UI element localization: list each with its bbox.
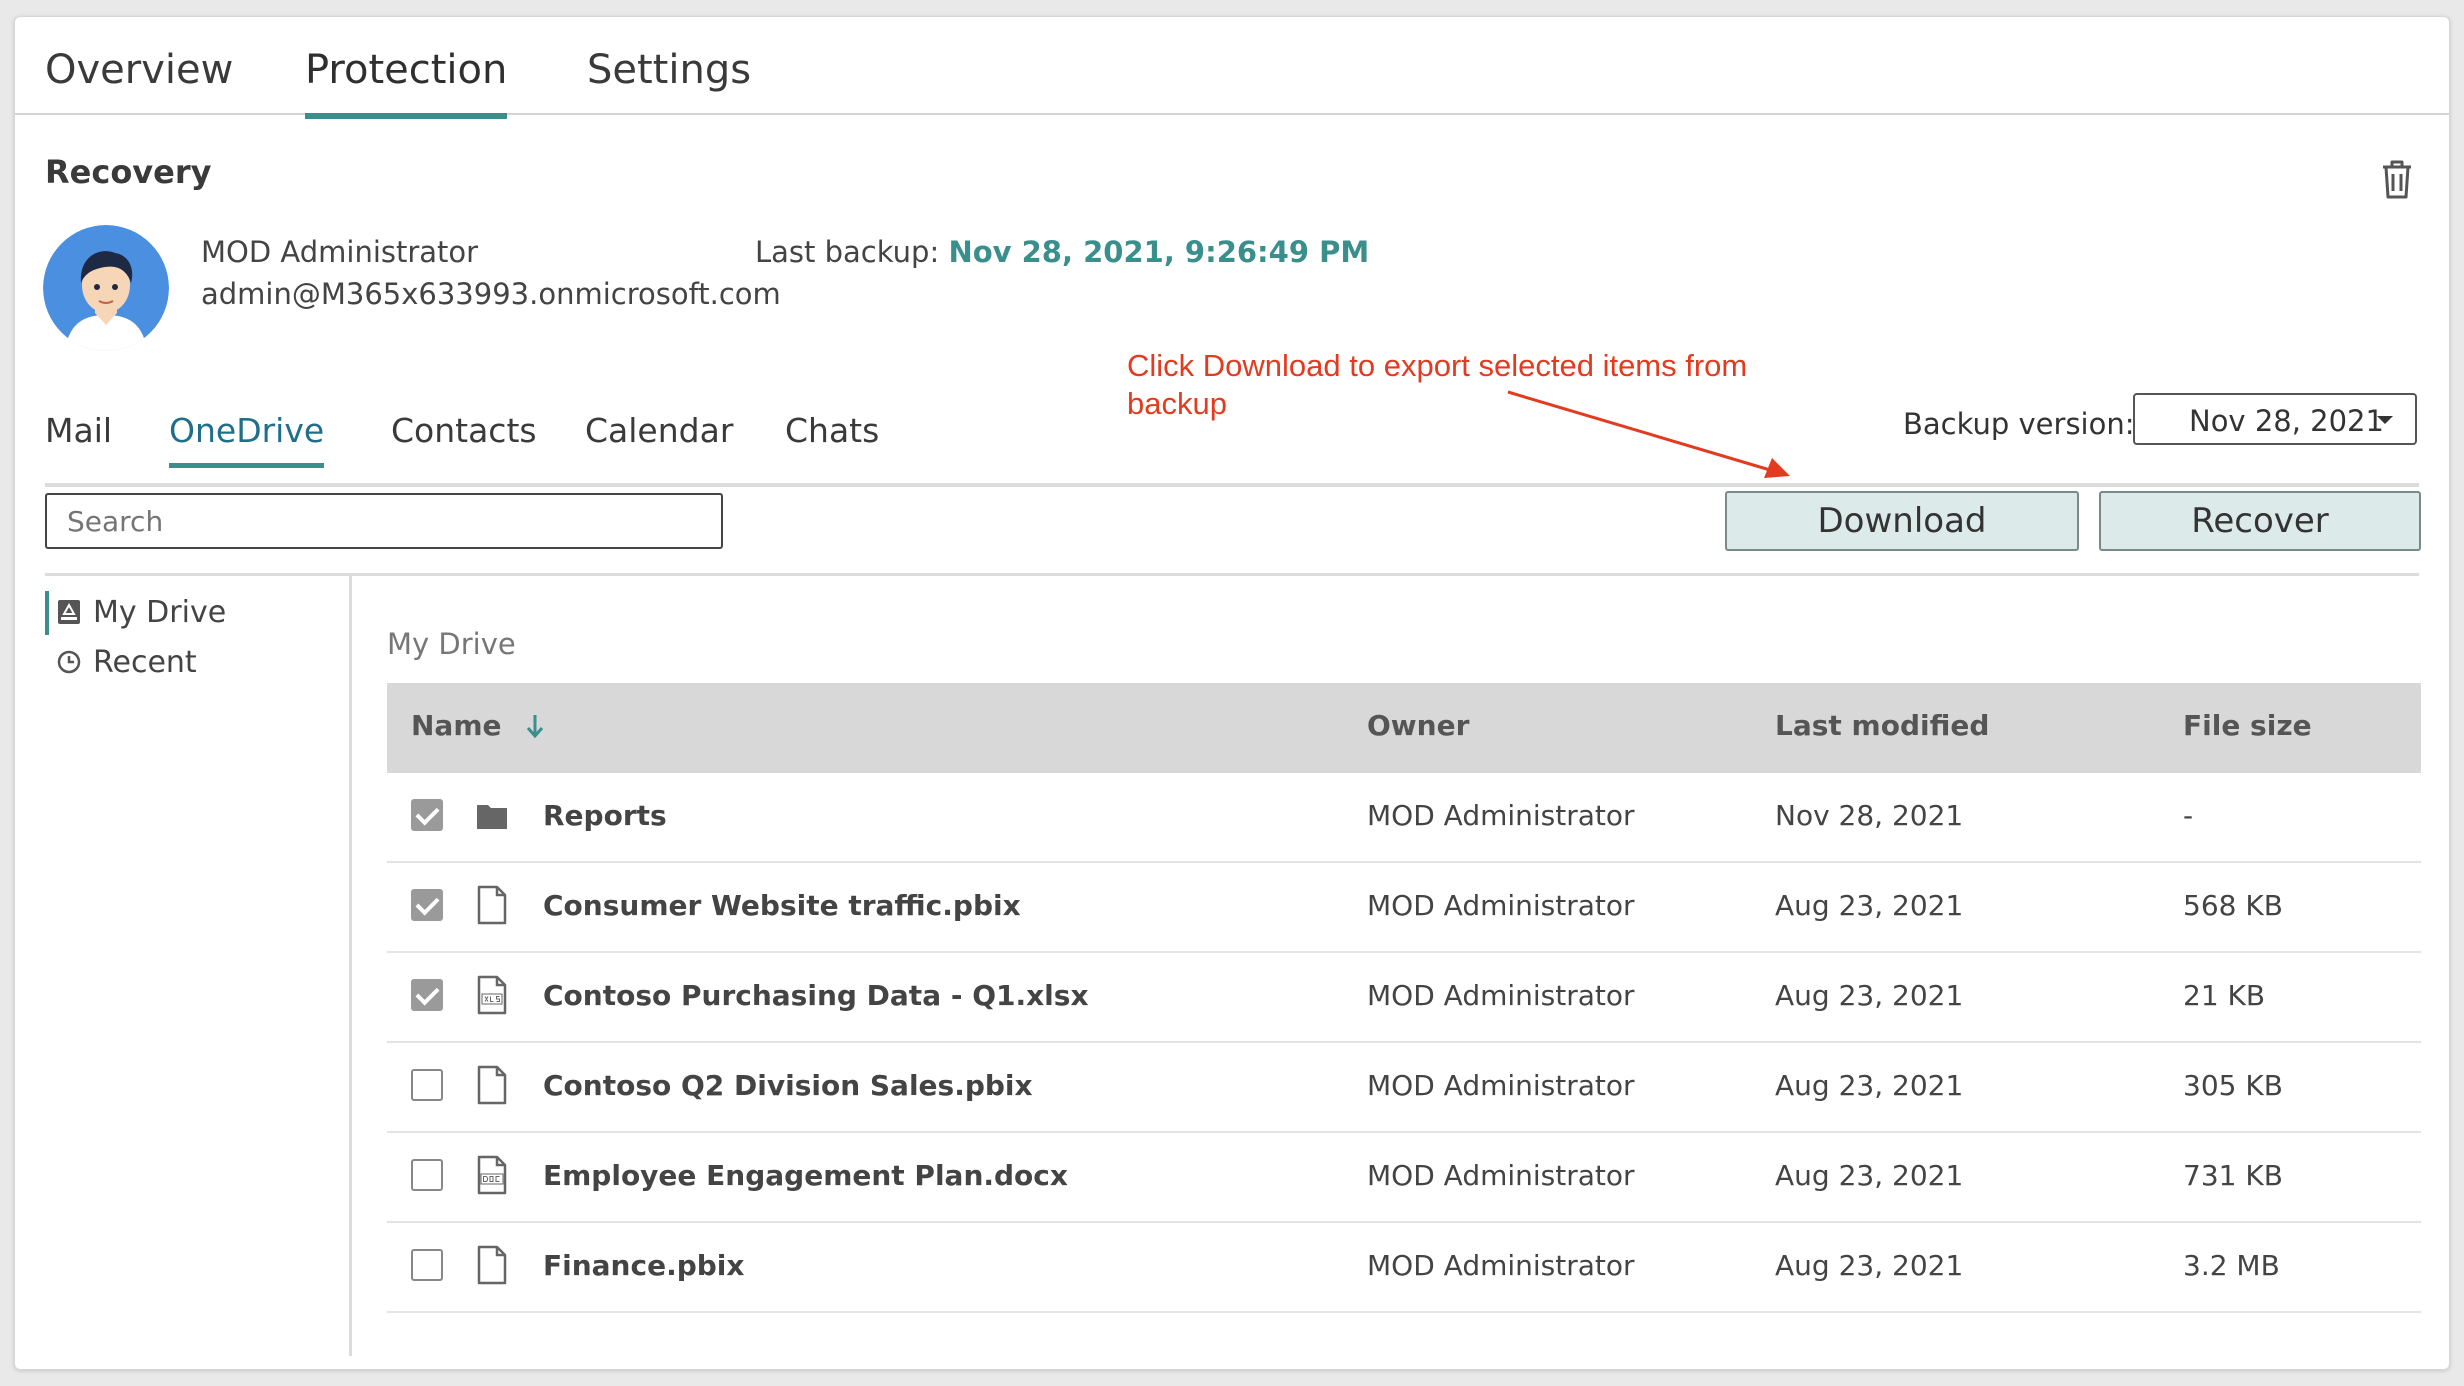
- row-checkbox[interactable]: [411, 1159, 443, 1191]
- last-backup-value: Nov 28, 2021, 9:26:49 PM: [948, 235, 1370, 269]
- recovery-panel: Overview Protection Settings Recovery MO…: [14, 16, 2450, 1370]
- file-name[interactable]: Consumer Website traffic.pbix: [543, 889, 1021, 922]
- file-owner: MOD Administrator: [1367, 889, 1635, 922]
- table-row[interactable]: Consumer Website traffic.pbix MOD Admini…: [387, 863, 2421, 953]
- file-modified: Aug 23, 2021: [1775, 1069, 1964, 1102]
- file-icon: [477, 1245, 507, 1285]
- file-name[interactable]: Reports: [543, 799, 667, 832]
- last-backup: Last backup: Nov 28, 2021, 9:26:49 PM: [755, 235, 1369, 269]
- table-row[interactable]: Contoso Q2 Division Sales.pbix MOD Admin…: [387, 1043, 2421, 1133]
- file-name[interactable]: Contoso Purchasing Data - Q1.xlsx: [543, 979, 1089, 1012]
- file-name[interactable]: Employee Engagement Plan.docx: [543, 1159, 1068, 1192]
- column-header-owner[interactable]: Owner: [1367, 709, 1469, 742]
- row-checkbox[interactable]: [411, 979, 443, 1011]
- file-modified: Aug 23, 2021: [1775, 1249, 1964, 1282]
- table-row[interactable]: Finance.pbix MOD Administrator Aug 23, 2…: [387, 1223, 2421, 1313]
- breadcrumb: My Drive: [387, 627, 516, 661]
- row-checkbox[interactable]: [411, 799, 443, 831]
- column-header-name[interactable]: Name: [411, 709, 545, 742]
- file-modified: Aug 23, 2021: [1775, 979, 1964, 1012]
- recover-button[interactable]: Recover: [2099, 491, 2421, 551]
- column-header-file-size[interactable]: File size: [2183, 709, 2312, 742]
- column-header-label: Name: [411, 709, 502, 742]
- sidebar-item-label: Recent: [93, 645, 197, 680]
- file-size: 3.2 MB: [2183, 1249, 2280, 1282]
- user-name: MOD Administrator: [201, 235, 479, 269]
- tab-overview[interactable]: Overview: [45, 47, 233, 93]
- clock-icon: [57, 650, 81, 674]
- file-owner: MOD Administrator: [1367, 1249, 1635, 1282]
- divider: [45, 573, 2419, 576]
- table-header: Name Owner Last modified File size: [387, 683, 2421, 773]
- table-row[interactable]: Contoso Purchasing Data - Q1.xlsx MOD Ad…: [387, 953, 2421, 1043]
- tab-calendar[interactable]: Calendar: [585, 411, 733, 450]
- tab-settings[interactable]: Settings: [587, 47, 751, 93]
- tab-contacts[interactable]: Contacts: [391, 411, 537, 450]
- file-owner: MOD Administrator: [1367, 1069, 1635, 1102]
- row-checkbox[interactable]: [411, 889, 443, 921]
- avatar: [43, 225, 169, 351]
- file-table: Name Owner Last modified File size Repor…: [387, 683, 2421, 1313]
- annotation-text: Click Download to export selected items …: [1127, 348, 1748, 421]
- drive-icon: [58, 600, 80, 624]
- file-modified: Aug 23, 2021: [1775, 889, 1964, 922]
- xls-file-icon: [477, 975, 507, 1015]
- row-checkbox[interactable]: [411, 1249, 443, 1281]
- backup-version-value: Nov 28, 2021: [2189, 404, 2384, 438]
- last-backup-label: Last backup:: [755, 235, 940, 269]
- file-name[interactable]: Contoso Q2 Division Sales.pbix: [543, 1069, 1033, 1102]
- file-size: 731 KB: [2183, 1159, 2283, 1192]
- backup-version-label: Backup version:: [1903, 407, 2135, 441]
- top-tab-bar: Overview Protection Settings: [15, 17, 2449, 119]
- download-button[interactable]: Download: [1725, 491, 2079, 551]
- file-icon: [477, 1065, 507, 1105]
- file-size: -: [2183, 799, 2194, 832]
- file-size: 305 KB: [2183, 1069, 2283, 1102]
- sidebar-active-indicator: [45, 591, 49, 635]
- tab-mail[interactable]: Mail: [45, 411, 112, 450]
- sidebar-item-label: My Drive: [93, 595, 227, 630]
- folder-icon: [477, 805, 507, 829]
- file-name[interactable]: Finance.pbix: [543, 1249, 744, 1282]
- search-input[interactable]: [45, 493, 723, 549]
- chevron-down-icon: [2377, 416, 2393, 424]
- file-owner: MOD Administrator: [1367, 1159, 1635, 1192]
- sidebar-item-my-drive[interactable]: My Drive: [55, 595, 226, 630]
- file-icon: [477, 885, 507, 925]
- file-size: 568 KB: [2183, 889, 2283, 922]
- file-size: 21 KB: [2183, 979, 2266, 1012]
- tab-protection[interactable]: Protection: [305, 47, 508, 119]
- file-modified: Aug 23, 2021: [1775, 1159, 1964, 1192]
- sidebar-divider: [349, 576, 352, 1356]
- user-email: admin@M365x633993.onmicrosoft.com: [201, 277, 781, 311]
- table-row[interactable]: Employee Engagement Plan.docx MOD Admini…: [387, 1133, 2421, 1223]
- column-header-last-modified[interactable]: Last modified: [1775, 709, 1989, 742]
- trash-icon[interactable]: [2377, 157, 2417, 201]
- sidebar-item-recent[interactable]: Recent: [55, 645, 197, 680]
- file-modified: Nov 28, 2021: [1775, 799, 1964, 832]
- doc-file-icon: [477, 1155, 507, 1195]
- backup-version-select[interactable]: Nov 28, 2021: [2133, 393, 2417, 445]
- tab-onedrive[interactable]: OneDrive: [169, 411, 325, 468]
- tab-chats[interactable]: Chats: [785, 411, 879, 450]
- section-title: Recovery: [45, 153, 212, 191]
- table-row[interactable]: Reports MOD Administrator Nov 28, 2021 -: [387, 773, 2421, 863]
- row-checkbox[interactable]: [411, 1069, 443, 1101]
- file-owner: MOD Administrator: [1367, 799, 1635, 832]
- file-owner: MOD Administrator: [1367, 979, 1635, 1012]
- sort-down-arrow-icon: [527, 715, 544, 739]
